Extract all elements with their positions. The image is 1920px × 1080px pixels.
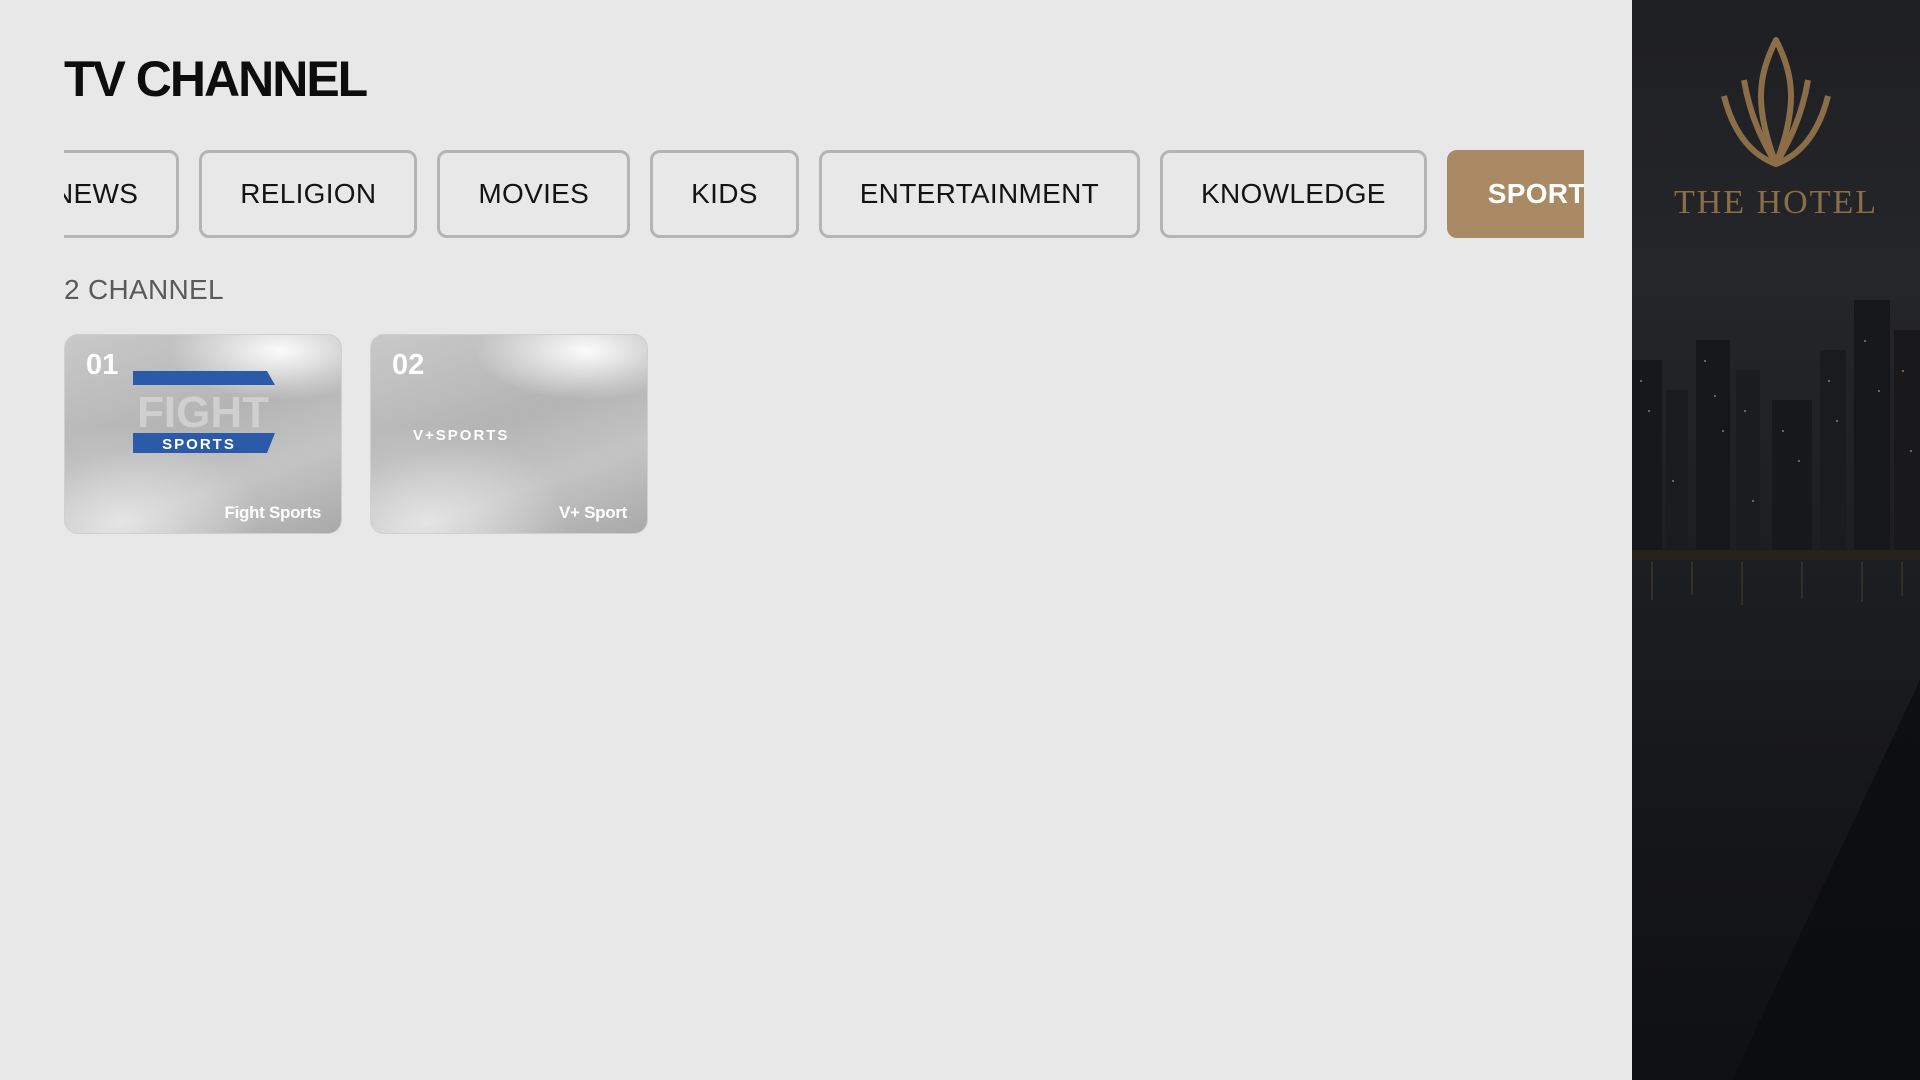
fight-sports-logo: FIGHT SPORTS	[133, 371, 275, 453]
vplus-logo-word: V+SPORTS	[413, 427, 509, 444]
category-tabs: NEWS RELIGION MOVIES KIDS ENTERTAINMENT …	[64, 150, 1584, 238]
tab-entertainment[interactable]: ENTERTAINMENT	[818, 150, 1141, 238]
channel-number: 01	[86, 349, 119, 381]
channel-card-vplus-sport[interactable]: 02 V+SPORTS V+ Sport	[370, 334, 648, 534]
page-title: TV CHANNEL	[64, 51, 368, 107]
channel-card-fight-sports[interactable]: 01 FIGHT SPORTS Fight Sports	[64, 334, 342, 534]
channel-count: 2 CHANNEL	[64, 274, 224, 305]
channel-name: Fight Sports	[224, 503, 322, 522]
tab-religion[interactable]: RELIGION	[199, 150, 418, 238]
hotel-side-panel: THE HOTEL	[1632, 0, 1920, 1080]
channel-grid: 01 FIGHT SPORTS Fight Sports 02 V+SPORTS…	[64, 334, 648, 534]
sports-logo-word: SPORTS	[162, 436, 236, 453]
hotel-crest-icon	[1721, 37, 1831, 167]
tab-news[interactable]: NEWS	[64, 150, 180, 238]
tab-kids[interactable]: KIDS	[650, 150, 799, 238]
city-night-image	[1632, 300, 1920, 1080]
tab-sports[interactable]: SPORTS	[1446, 150, 1584, 238]
tab-knowledge[interactable]: KNOWLEDGE	[1160, 150, 1427, 238]
channel-number: 02	[392, 349, 425, 381]
fight-logo-word: FIGHT	[137, 388, 269, 437]
main-panel: TV CHANNEL NEWS RELIGION MOVIES KIDS ENT…	[0, 0, 1632, 1080]
tab-movies[interactable]: MOVIES	[437, 150, 631, 238]
channel-name: V+ Sport	[559, 503, 627, 522]
vplus-sports-logo: V+SPORTS	[413, 427, 509, 444]
hotel-brand-name: THE HOTEL	[1673, 184, 1878, 221]
